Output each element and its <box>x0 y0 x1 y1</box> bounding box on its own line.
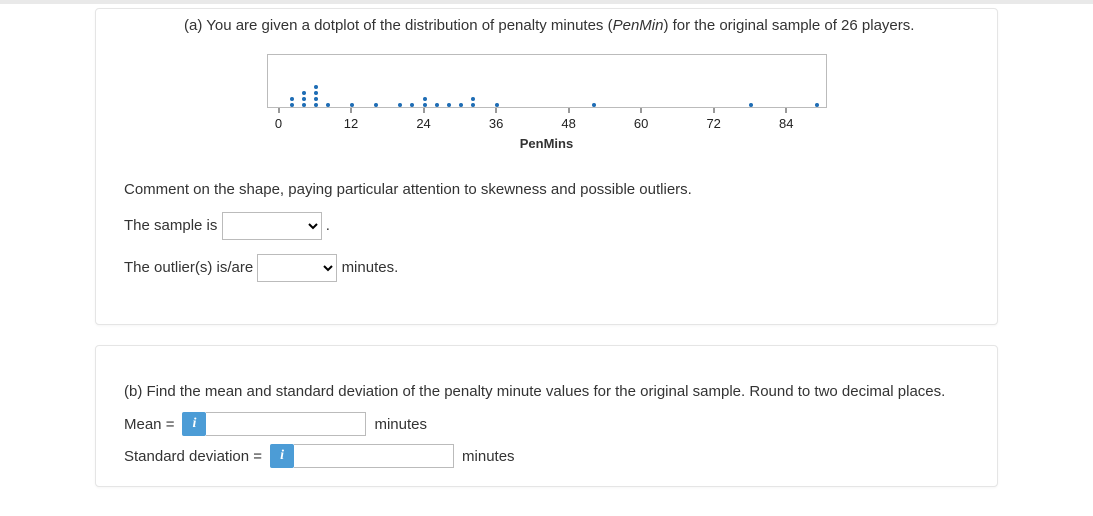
dotplot-point <box>410 103 414 107</box>
dotplot-point <box>374 103 378 107</box>
dotplot-point <box>314 85 318 89</box>
question-part-a: (a) You are given a dotplot of the distr… <box>95 8 998 325</box>
dotplot-point <box>495 103 499 107</box>
question-part-b: (b) Find the mean and standard deviation… <box>95 345 998 487</box>
mean-unit: minutes <box>374 416 427 433</box>
dotplot: 0 12 24 36 48 60 72 84 PenMins <box>267 54 827 151</box>
axis-tick-label: 48 <box>561 116 575 131</box>
outliers-unit: minutes. <box>342 259 399 276</box>
dotplot-point <box>423 97 427 101</box>
outliers-label: The outlier(s) is/are <box>124 259 253 276</box>
dotplot-x-label: PenMins <box>267 136 827 151</box>
axis-tick-label: 84 <box>779 116 793 131</box>
dotplot-point <box>815 103 819 107</box>
sample-shape-select[interactable] <box>222 212 322 240</box>
dotplot-point <box>302 91 306 95</box>
sd-row: Standard deviation = i minutes <box>124 444 969 468</box>
prompt-suffix: ) for the original sample of 26 players. <box>663 17 914 34</box>
dotplot-point <box>350 103 354 107</box>
mean-label: Mean = <box>124 416 174 433</box>
dotplot-point <box>592 103 596 107</box>
axis-tick-label: 24 <box>416 116 430 131</box>
comment-instruction: Comment on the shape, paying particular … <box>124 181 969 198</box>
part-a-prompt: (a) You are given a dotplot of the distr… <box>184 17 969 34</box>
axis-tick <box>786 108 787 113</box>
axis-tick-label: 36 <box>489 116 503 131</box>
sample-is-row: The sample is . <box>124 212 969 240</box>
part-b-prompt: (b) Find the mean and standard deviation… <box>124 383 969 400</box>
dotplot-point <box>423 103 427 107</box>
outliers-select[interactable] <box>257 254 337 282</box>
dotplot-point <box>302 103 306 107</box>
dotplot-dots-area <box>267 54 827 108</box>
dotplot-point <box>302 97 306 101</box>
dotplot-point <box>290 97 294 101</box>
axis-tick <box>713 108 714 113</box>
dotplot-point <box>326 103 330 107</box>
axis-tick <box>278 108 279 113</box>
axis-tick-label: 72 <box>706 116 720 131</box>
axis-tick <box>496 108 497 113</box>
dotplot-point <box>459 103 463 107</box>
axis-tick-label: 0 <box>275 116 282 131</box>
axis-tick <box>351 108 352 113</box>
sd-input[interactable] <box>294 444 454 468</box>
sample-is-label: The sample is <box>124 217 217 234</box>
dotplot-point <box>435 103 439 107</box>
prompt-text: (a) You are given a dotplot of the distr… <box>184 17 613 34</box>
dotplot-axis-labels: 0 12 24 36 48 60 72 84 <box>267 116 827 132</box>
info-icon[interactable]: i <box>270 444 294 468</box>
dotplot-point <box>290 103 294 107</box>
info-icon[interactable]: i <box>182 412 206 436</box>
prompt-variable: PenMin <box>613 17 664 34</box>
dotplot-point <box>398 103 402 107</box>
dotplot-axis-ticks <box>267 108 827 114</box>
dotplot-point <box>471 97 475 101</box>
axis-tick <box>641 108 642 113</box>
sample-is-period: . <box>326 217 330 234</box>
axis-tick <box>568 108 569 113</box>
dotplot-point <box>314 97 318 101</box>
axis-tick-label: 12 <box>344 116 358 131</box>
sd-unit: minutes <box>462 448 515 465</box>
axis-tick <box>423 108 424 113</box>
dotplot-point <box>447 103 451 107</box>
outliers-row: The outlier(s) is/are minutes. <box>124 254 969 282</box>
dotplot-point <box>314 91 318 95</box>
mean-input[interactable] <box>206 412 366 436</box>
sd-label: Standard deviation = <box>124 448 262 465</box>
dotplot-point <box>314 103 318 107</box>
dotplot-point <box>471 103 475 107</box>
axis-tick-label: 60 <box>634 116 648 131</box>
dotplot-container: 0 12 24 36 48 60 72 84 PenMins <box>124 54 969 151</box>
mean-row: Mean = i minutes <box>124 412 969 436</box>
dotplot-point <box>749 103 753 107</box>
